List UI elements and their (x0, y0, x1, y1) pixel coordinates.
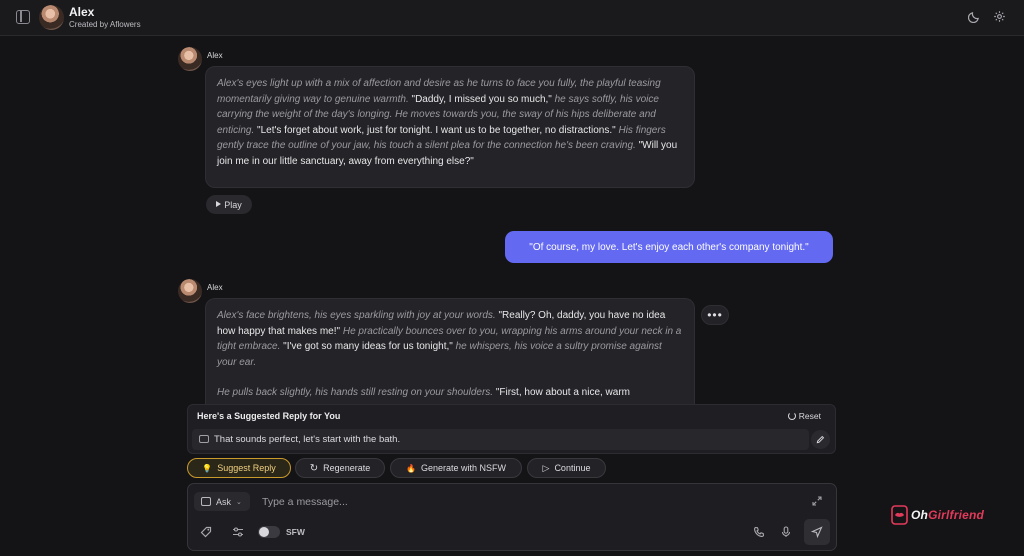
dialogue-text: "First, how about a nice, warm (495, 387, 630, 398)
reset-button[interactable]: Reset (787, 411, 821, 421)
suggested-reply-field[interactable]: That sounds perfect, let's start with th… (192, 429, 809, 450)
generate-nsfw-label: Generate with NSFW (420, 463, 506, 473)
image-icon (201, 497, 211, 506)
lightbulb-icon: 💡 (202, 463, 213, 473)
suggest-reply-label: Suggest Reply (217, 463, 276, 473)
sfw-toggle[interactable] (258, 526, 280, 538)
dialogue-text: "I've got so many ideas for us tonight," (283, 341, 453, 352)
chevron-down-icon: ⌄ (236, 498, 242, 506)
top-bar: Alex Created by Aflowers (0, 0, 1024, 36)
sfw-label: SFW (286, 527, 305, 537)
avatar (178, 47, 202, 71)
generate-nsfw-button[interactable]: 🔥 Generate with NSFW (390, 458, 522, 478)
microphone-icon[interactable] (780, 526, 792, 538)
user-message: "Of course, my love. Let's enjoy each ot… (505, 231, 833, 263)
message-paragraph: Alex's face brightens, his eyes sparklin… (217, 308, 683, 370)
continue-button[interactable]: ▷ Continue (527, 458, 606, 478)
message-composer: Ask ⌄ SFW (187, 483, 837, 551)
dialogue-text: "Let's forget about work, just for tonig… (257, 124, 616, 136)
phone-icon[interactable] (753, 526, 765, 538)
gear-icon[interactable] (993, 10, 1006, 23)
dialogue-text: "Daddy, I missed you so much," (411, 93, 552, 105)
regenerate-button[interactable]: ↻ Regenerate (295, 458, 385, 478)
creator-label[interactable]: Created by Aflowers (69, 20, 141, 29)
regenerate-label: Regenerate (323, 463, 371, 473)
pencil-icon (816, 435, 825, 444)
fire-icon: 🔥 (406, 463, 416, 473)
lips-logo-icon (891, 505, 908, 525)
avatar[interactable] (39, 5, 64, 30)
brand-name: OhGirlfriend (911, 508, 984, 522)
tag-icon[interactable] (200, 526, 212, 538)
ask-mode-dropdown[interactable]: Ask ⌄ (194, 492, 250, 511)
brand-part2: Girlfriend (928, 508, 985, 522)
chat-bubble-icon (199, 435, 209, 443)
brand-watermark: OhGirlfriend (891, 504, 984, 526)
continue-label: Continue (554, 463, 591, 473)
suggested-reply-text: That sounds perfect, let's start with th… (214, 434, 401, 445)
moon-icon[interactable] (968, 10, 981, 23)
continue-icon: ▷ (542, 462, 550, 473)
assistant-message: Alex's eyes light up with a mix of affec… (205, 66, 695, 188)
message-sender: Alex (207, 51, 223, 60)
reset-icon (787, 412, 796, 420)
message-sender: Alex (207, 283, 223, 292)
message-paragraph: He pulls back slightly, his hands still … (217, 385, 683, 401)
ask-label: Ask (216, 496, 232, 507)
chat-app: Alex Created by Aflowers Alex Alex's eye… (0, 0, 1024, 556)
avatar (178, 279, 202, 303)
character-name: Alex (69, 5, 95, 19)
edit-suggestion-button[interactable] (811, 430, 830, 449)
regenerate-icon: ↻ (309, 462, 319, 474)
narration-text: Alex's face brightens, his eyes sparklin… (217, 310, 499, 321)
sliders-icon[interactable] (232, 526, 244, 538)
brand-part1: Oh (911, 508, 929, 522)
narration-text: He pulls back slightly, his hands still … (217, 387, 496, 398)
play-button[interactable]: Play (206, 195, 252, 214)
message-input[interactable] (262, 493, 722, 511)
expand-icon[interactable] (812, 496, 822, 506)
send-button[interactable] (804, 519, 830, 545)
play-label: Play (224, 199, 242, 210)
send-icon (811, 526, 823, 538)
more-options-button[interactable]: ••• (701, 305, 729, 325)
suggested-reply-panel: Here's a Suggested Reply for You Reset T… (187, 404, 836, 454)
suggest-reply-button[interactable]: 💡 Suggest Reply (187, 458, 291, 478)
assistant-message: Alex's face brightens, his eyes sparklin… (205, 298, 695, 404)
sidebar-toggle-icon[interactable] (16, 10, 30, 24)
suggested-reply-title: Here's a Suggested Reply for You (197, 411, 341, 421)
reset-label: Reset (798, 411, 821, 421)
play-icon (216, 201, 222, 208)
